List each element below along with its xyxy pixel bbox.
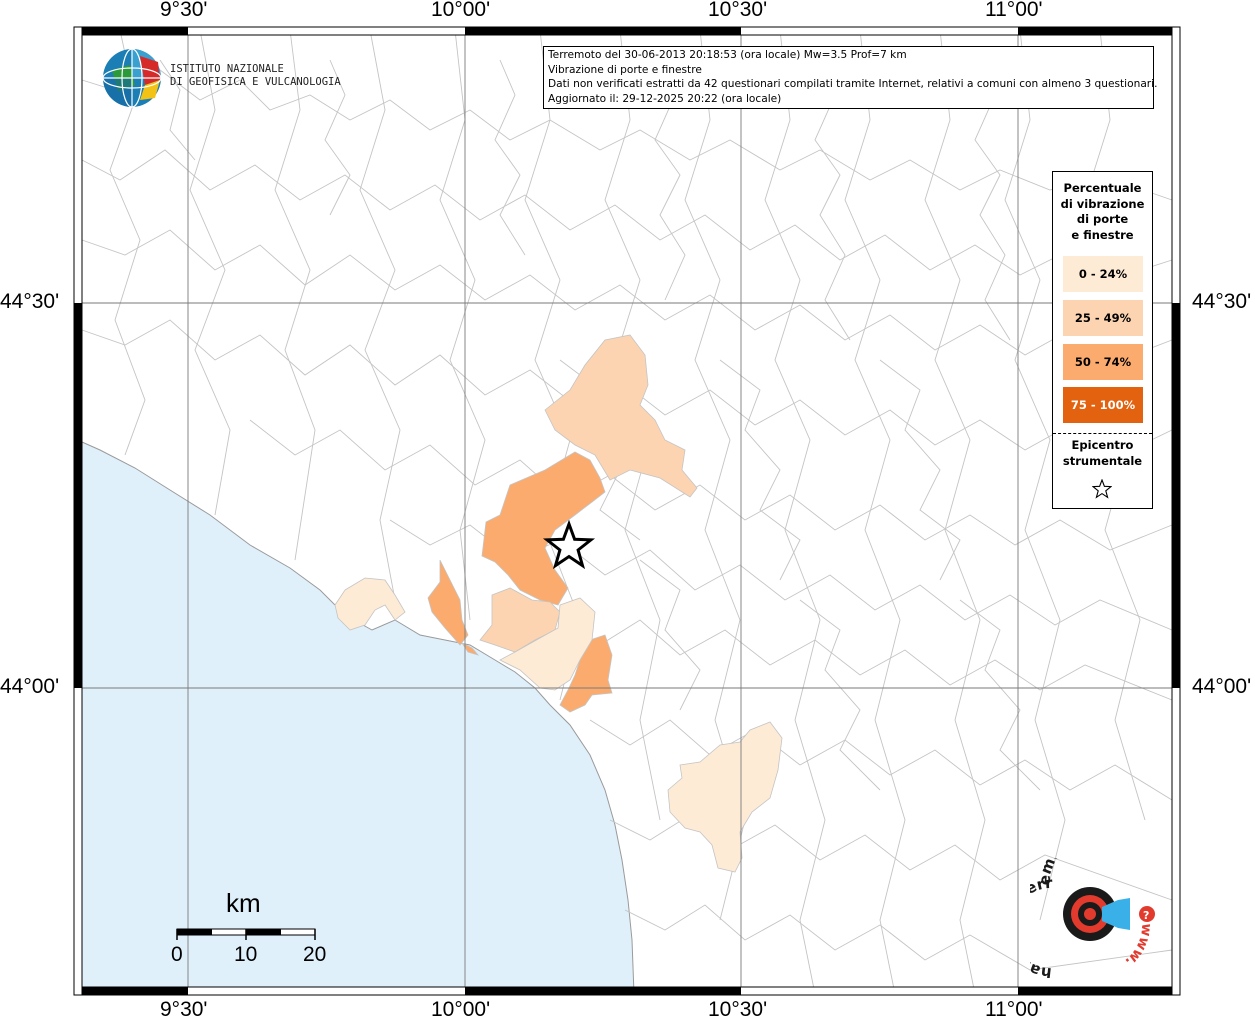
hsi-logo-text: haisentitoilterremoto.it — [1030, 858, 1095, 978]
ingv-logo-text: ISTITUTO NAZIONALE DI GEOFISICA E VULCAN… — [170, 63, 341, 88]
lat-label-right: 44°30' — [1192, 290, 1252, 313]
ingv-logo-icon — [102, 48, 162, 108]
legend-star-icon — [1092, 479, 1112, 499]
lon-label-bottom: 10°30' — [708, 998, 768, 1021]
lon-label-bottom: 10°00' — [431, 998, 491, 1021]
area-50-74-central — [481, 451, 606, 606]
legend-epicenter-label: strumentale — [1062, 453, 1143, 468]
legend-epicenter-label: Epicentro — [1071, 438, 1134, 452]
legend-divider — [1053, 433, 1152, 434]
legend-class-25-49: 25 - 49% — [1063, 300, 1143, 336]
legend-title: di vibrazione — [1060, 196, 1145, 211]
event-info-box: Terremoto del 30-06-2013 20:18:53 (ora l… — [543, 46, 1158, 109]
scale-tick-label: 20 — [303, 943, 327, 966]
legend-title: Percentuale — [1063, 181, 1142, 195]
data-note: Dati non verificati estratti da 42 quest… — [548, 78, 1158, 91]
lon-label-top: 10°30' — [708, 0, 768, 21]
lon-label-bottom: 9°30' — [160, 998, 208, 1021]
scale-unit: km — [226, 888, 261, 918]
lon-label-top: 10°00' — [431, 0, 491, 21]
legend: Percentuale di vibrazione di porte e fin… — [1052, 171, 1153, 509]
svg-text:haisentitoilterremoto.it: haisentitoilterremoto.it — [1030, 858, 1095, 978]
scale-tick-label: 10 — [234, 943, 258, 966]
lon-label-top: 9°30' — [160, 0, 208, 21]
update-timestamp: Aggiornato il: 29-12-2025 20:22 (ora loc… — [548, 92, 782, 105]
hsi-logo: haisentitoilterremoto.it www. — [1030, 858, 1155, 978]
lon-label-top: 11°00' — [985, 0, 1043, 21]
legend-class-75-100: 75 - 100% — [1063, 387, 1143, 423]
lon-label-bottom: 11°00' — [985, 998, 1043, 1021]
lat-label-left: 44°00' — [0, 675, 60, 698]
legend-class-50-74: 50 - 74% — [1063, 344, 1143, 380]
hsi-logo-www: www. — [1122, 923, 1155, 970]
map-subject: Vibrazione di porte e finestre — [548, 63, 702, 76]
lat-label-left: 44°30' — [0, 290, 60, 313]
area-50-74-west — [427, 559, 469, 646]
lat-label-right: 44°00' — [1192, 675, 1252, 698]
event-title: Terremoto del 30-06-2013 20:18:53 (ora l… — [548, 49, 907, 61]
scale-tick-label: 0 — [171, 943, 183, 966]
legend-title: e finestre — [1071, 227, 1134, 242]
legend-class-0-24: 0 - 24% — [1063, 256, 1143, 292]
legend-title: di porte — [1076, 212, 1129, 226]
svg-text:www.: www. — [1122, 923, 1155, 970]
area-0-24-southeast — [667, 721, 783, 873]
